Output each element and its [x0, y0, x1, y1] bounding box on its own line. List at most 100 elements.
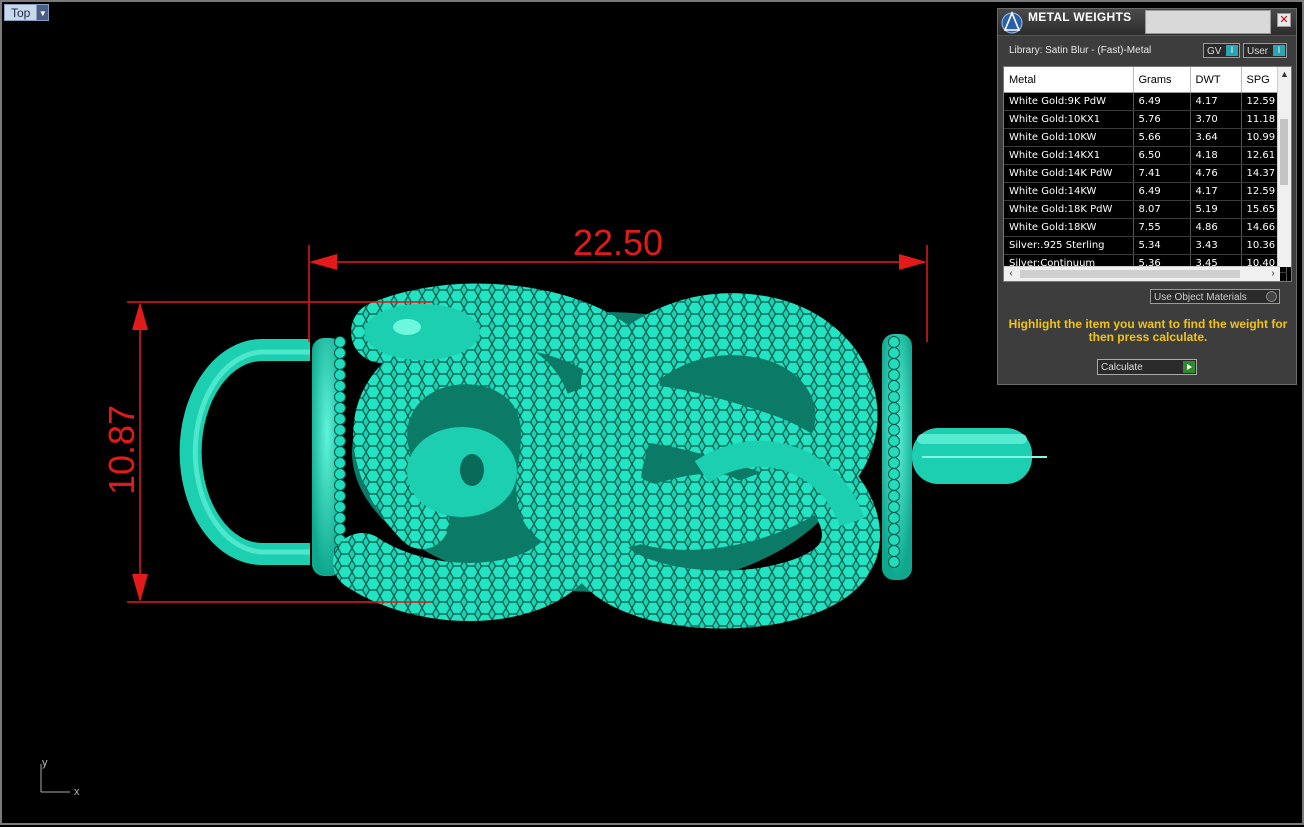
bead	[334, 523, 346, 535]
bead	[334, 369, 346, 381]
table-row[interactable]: White Gold:14KX1 6.50 4.18 12.61	[1004, 146, 1287, 165]
play-icon	[1183, 361, 1195, 373]
table-row[interactable]: White Gold:10KW 5.66 3.64 10.99	[1004, 128, 1287, 147]
table-cell: Silver:.925 Sterling	[1004, 236, 1134, 255]
metal-weights-panel: METAL WEIGHTS ✕ Library: Satin Blur - (F…	[997, 8, 1297, 385]
bead	[334, 435, 346, 447]
bead	[334, 347, 346, 359]
table-cell: 6.49	[1133, 182, 1191, 201]
column-header-dwt[interactable]: DWT	[1190, 67, 1242, 93]
table-cell: White Gold:14K PdW	[1004, 164, 1134, 183]
table-row[interactable]: White Gold:10KX1 5.76 3.70 11.18	[1004, 110, 1287, 129]
table-cell: White Gold:9K PdW	[1004, 92, 1134, 111]
bead	[334, 512, 346, 524]
bead	[334, 457, 346, 469]
close-icon[interactable]: ✕	[1277, 13, 1291, 27]
bead	[888, 336, 900, 348]
panel-title-tab	[1145, 10, 1271, 34]
bead	[888, 490, 900, 502]
table-cell: White Gold:10KX1	[1004, 110, 1134, 129]
bead	[888, 413, 900, 425]
matrix-logo-icon	[1001, 10, 1023, 34]
bead	[888, 446, 900, 458]
bead	[888, 523, 900, 535]
table-cell: 4.76	[1190, 164, 1242, 183]
bead	[334, 424, 346, 436]
axis-x-label: x	[74, 786, 80, 798]
table-cell: White Gold:10KW	[1004, 128, 1134, 147]
use-object-materials-radio[interactable]	[1266, 291, 1277, 302]
table-cell: White Gold:14KW	[1004, 182, 1134, 201]
instruction-text: Highlight the item you want to find the …	[1008, 317, 1288, 344]
bead	[334, 468, 346, 480]
user-toggle[interactable]: User I	[1243, 43, 1287, 58]
table-cell: White Gold:18KW	[1004, 218, 1134, 237]
table-row[interactable]: White Gold:9K PdW 6.49 4.17 12.59	[1004, 92, 1287, 111]
horizontal-scroll-thumb[interactable]	[1020, 270, 1240, 278]
table-row[interactable]: White Gold:14KW 6.49 4.17 12.59	[1004, 182, 1287, 201]
viewport-menu-icon[interactable]: ▼	[37, 4, 50, 21]
table-cell: 5.19	[1190, 200, 1242, 219]
vertical-scroll-thumb[interactable]	[1280, 119, 1288, 185]
table-cell: 4.18	[1190, 146, 1242, 165]
bead	[888, 380, 900, 392]
bead	[888, 545, 900, 557]
bead	[888, 369, 900, 381]
dimension-horizontal-label: 22.50	[573, 222, 663, 263]
bail-loop	[179, 339, 310, 565]
table-row[interactable]: White Gold:18K PdW 8.07 5.19 15.65	[1004, 200, 1287, 219]
column-header-metal[interactable]: Metal	[1004, 67, 1134, 93]
user-toggle-indicator: I	[1273, 45, 1285, 56]
table-cell: White Gold:14KX1	[1004, 146, 1134, 165]
table-cell: 8.07	[1133, 200, 1191, 219]
metal-table[interactable]: Metal Grams DWT SPG White Gold:9K PdW 6.49 4.…	[1003, 66, 1292, 282]
viewport-name[interactable]: Top	[4, 4, 38, 21]
table-row[interactable]: White Gold:18KW 7.55 4.86 14.66	[1004, 218, 1287, 237]
gv-toggle-label: GV	[1207, 46, 1222, 57]
table-row[interactable]: White Gold:14K PdW 7.41 4.76 14.37	[1004, 164, 1287, 183]
bead	[334, 501, 346, 513]
gv-toggle[interactable]: GV I	[1203, 43, 1240, 58]
bead	[888, 424, 900, 436]
user-toggle-label: User	[1247, 46, 1269, 57]
axis-indicator: y x	[40, 757, 80, 798]
table-cell: 3.64	[1190, 128, 1242, 147]
table-header-row: Metal Grams DWT SPG	[1004, 67, 1287, 93]
bead	[888, 391, 900, 403]
bead	[888, 512, 900, 524]
dimension-vertical-label: 10.87	[101, 405, 142, 495]
table-cell: 5.34	[1133, 236, 1191, 255]
table-cell: 4.17	[1190, 92, 1242, 111]
panel-title: METAL WEIGHTS	[1028, 10, 1132, 24]
panel-title-bar[interactable]: METAL WEIGHTS ✕	[998, 9, 1296, 36]
use-object-materials-label: Use Object Materials	[1154, 292, 1247, 303]
bead	[888, 435, 900, 447]
calculate-button[interactable]: Calculate	[1097, 359, 1197, 375]
bead	[888, 468, 900, 480]
bead	[888, 534, 900, 546]
scroll-right-icon[interactable]: ›	[1266, 267, 1280, 281]
viewport-tab[interactable]: Top ▼	[4, 4, 50, 21]
table-horizontal-scrollbar[interactable]: ‹ ›	[1004, 266, 1280, 281]
scroll-up-icon[interactable]: ▲	[1278, 67, 1291, 81]
bead	[888, 347, 900, 359]
bead	[334, 391, 346, 403]
bead	[334, 446, 346, 458]
use-object-materials-toggle[interactable]: Use Object Materials	[1150, 289, 1280, 304]
column-header-grams[interactable]: Grams	[1133, 67, 1191, 93]
snake-body	[333, 283, 880, 629]
bead	[888, 402, 900, 414]
table-cell: 7.41	[1133, 164, 1191, 183]
table-cell: 6.50	[1133, 146, 1191, 165]
gv-toggle-indicator: I	[1226, 45, 1238, 56]
bead	[888, 479, 900, 491]
bead	[334, 336, 346, 348]
table-cell: 5.76	[1133, 110, 1191, 129]
bead	[334, 490, 346, 502]
table-vertical-scrollbar[interactable]: ▲	[1277, 67, 1291, 267]
bead	[334, 413, 346, 425]
scroll-left-icon[interactable]: ‹	[1004, 267, 1018, 281]
table-row[interactable]: Silver:.925 Sterling 5.34 3.43 10.36	[1004, 236, 1287, 255]
library-label: Library: Satin Blur - (Fast)-Metal	[1009, 45, 1152, 56]
table-cell: White Gold:18K PdW	[1004, 200, 1134, 219]
